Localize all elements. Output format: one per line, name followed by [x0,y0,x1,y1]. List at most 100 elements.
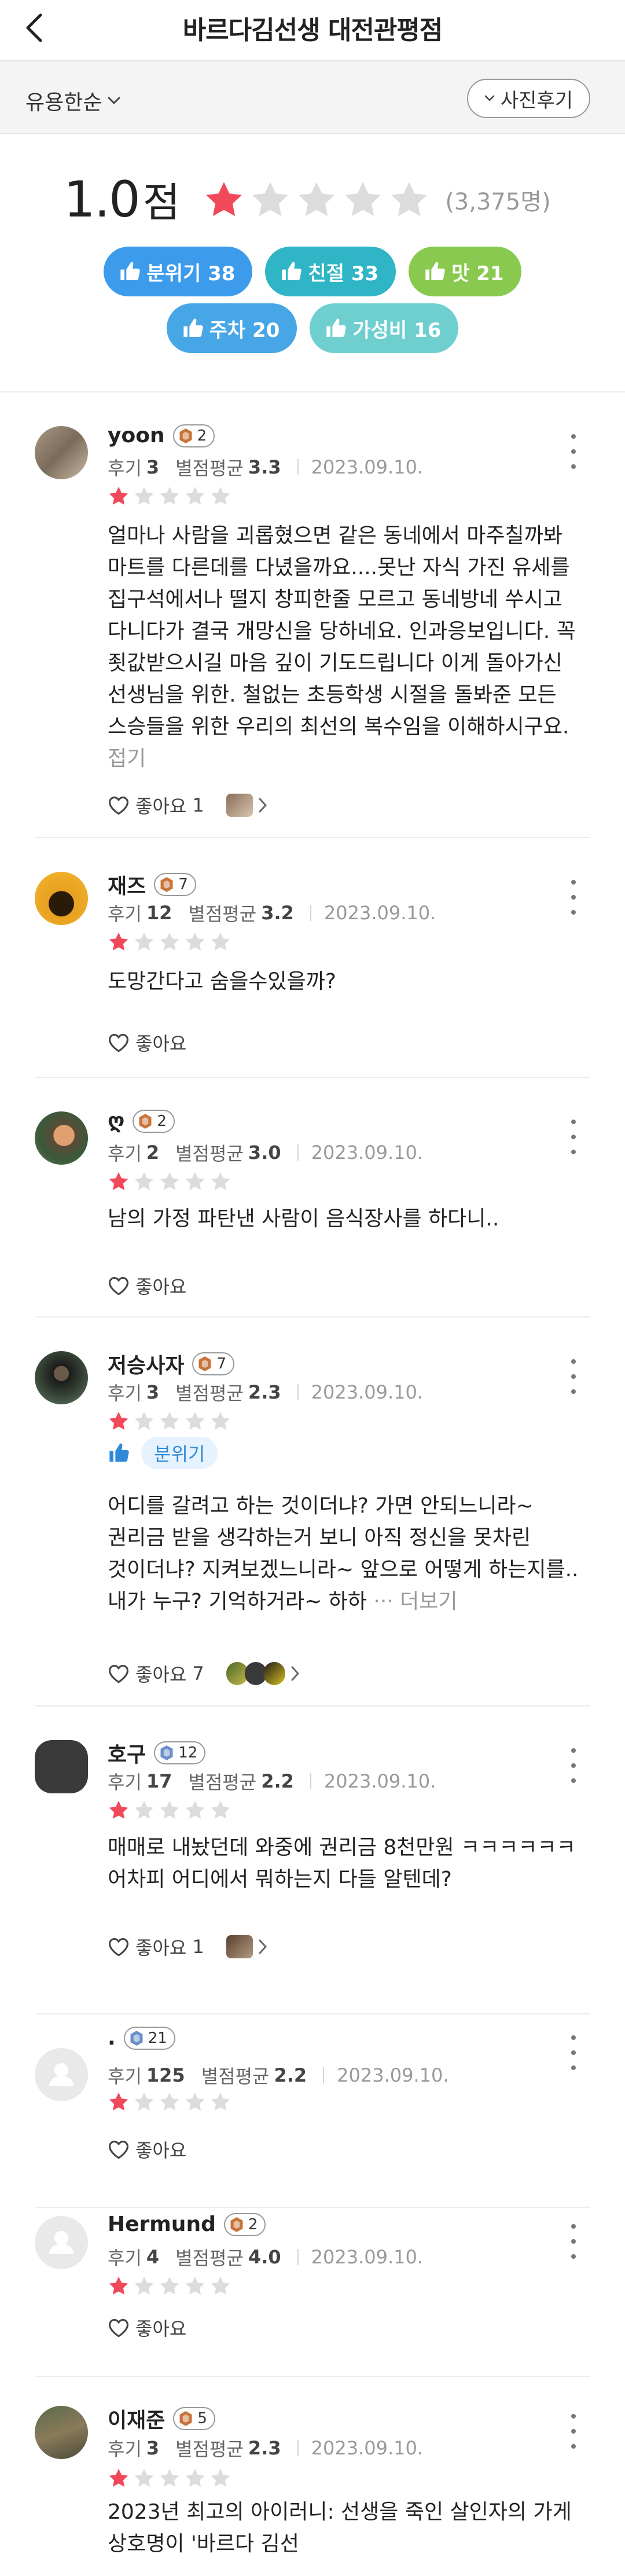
like-label: 좋아요 [135,2140,187,2162]
like-button[interactable]: 좋아요 7 [108,1660,204,1687]
reviewer-meta: 후기 2 별점평균 3.0 2023.09.10. [108,1139,423,1166]
expand-link[interactable]: ··· 더보기 [373,1590,457,1613]
liker-avatars[interactable] [226,794,268,817]
star-icon [211,1411,230,1430]
keyword-tag-value[interactable]: 가성비 16 [310,303,459,353]
review-item: yoon 2 후기 3 별점평균 3.3 2023.09.10. 얼마나 사람을 괴롭혔으… [35,392,590,838]
reviewer-meta: 후기 12 별점평균 3.2 2023.09.10. [108,900,436,926]
review-text: 2023년 최고의 아이러니: 선생을 죽인 살인자의 가게 상호명이 '바르다… [108,2496,588,2560]
average-label: 별점평균 [188,903,257,925]
average-label: 별점평균 [175,457,244,479]
star-icon [134,932,154,951]
reviewer-name[interactable]: 재즈 [108,869,146,900]
bronze-level-icon [179,428,192,443]
reviewer-name[interactable]: . [108,2026,116,2050]
star-icon [211,2468,230,2487]
level-value: 5 [197,2410,207,2427]
reviewer-name[interactable]: Hermund [108,2212,216,2236]
keyword-tag-parking[interactable]: 주차 20 [166,303,297,353]
like-button[interactable]: 좋아요 [108,1272,186,1299]
more-options-button[interactable] [565,2224,582,2259]
more-options-button[interactable] [565,2414,582,2449]
like-button[interactable]: 좋아요 1 [108,1933,204,1960]
thumbs-up-icon [282,262,302,280]
liker-avatars[interactable] [226,1662,300,1685]
reviewer-meta: 후기 4 별점평균 4.0 2023.09.10. [108,2244,423,2270]
review-item: . 21 후기 125 별점평균 2.2 2023.09.10. 좋아요 [35,2014,590,2208]
avatar[interactable] [35,2406,88,2459]
default-avatar[interactable] [35,2048,88,2101]
review-count-label: 후기 [108,2438,142,2460]
tag-label: 가성비 16 [352,318,442,342]
review-item: 이재준 5 후기 3 별점평균 2.3 2023.09.10. 2023년 최고의 아이러… [35,2377,590,2576]
avatar[interactable] [35,426,88,479]
review-date: 2023.09.10. [311,2437,423,2459]
star-icon [345,181,381,216]
review-item: 호구 12 후기 17 별점평균 2.2 2023.09.10. 매매로 내놨던데 와중에… [35,1707,590,2014]
like-button[interactable]: 좋아요 1 [108,792,204,819]
more-options-button[interactable] [565,434,582,469]
more-options-button[interactable] [565,1120,582,1154]
like-row: 좋아요 [108,1272,186,1299]
average-label: 별점평균 [175,2247,244,2269]
like-button[interactable]: 좋아요 [108,2136,186,2163]
bronze-level-icon [160,877,173,892]
average-label: 별점평균 [175,1143,244,1165]
keyword-tag-taste[interactable]: 맛 21 [409,247,521,296]
more-options-button[interactable] [565,2035,582,2070]
more-options-button[interactable] [565,1359,582,1394]
like-label: 좋아요 [135,1664,187,1686]
level-badge: 2 [172,424,215,447]
star-icon [160,1411,179,1430]
reviewer-name[interactable]: ღ [108,1109,124,1133]
keyword-tag-atmosphere[interactable]: 분위기 38 [104,247,253,296]
reviewer-name[interactable]: 호구 [108,1738,146,1768]
reviewer-name[interactable]: 이재준 [108,2403,165,2434]
avatar[interactable] [35,1740,88,1793]
default-avatar[interactable] [35,2216,88,2269]
like-button[interactable]: 좋아요 [108,1029,186,1056]
sort-dropdown[interactable]: 유용한순 [25,86,120,116]
star-icon [299,181,335,216]
reviewer-meta: 후기 3 별점평균 2.3 2023.09.10. [108,1379,423,1406]
review-body: 남의 가정 파탄낸 사람이 음식장사를 하다니.. [108,1207,499,1231]
star-icon [134,2092,154,2111]
tag-label: 맛 21 [451,262,504,285]
avatar[interactable] [35,1351,88,1404]
photo-filter-label: 사진후기 [500,89,573,112]
like-label: 좋아요 [135,1276,187,1298]
more-options-button[interactable] [565,1748,582,1783]
like-count: 1 [192,1936,204,1958]
level-badge: 5 [173,2407,215,2430]
review-count: 3 [146,1381,160,1403]
liker-avatars[interactable] [226,1935,268,1958]
like-button[interactable]: 좋아요 [108,2314,186,2341]
thumbs-up-icon [183,318,203,337]
avatar[interactable] [35,872,88,925]
bronze-level-icon [139,1113,152,1129]
star-icon [109,932,128,951]
star-icon [134,2276,154,2295]
collapse-link[interactable]: 접기 [108,747,146,770]
review-date: 2023.09.10. [323,902,436,924]
bronze-level-icon [198,1356,211,1371]
review-stars [108,485,231,507]
avatar[interactable] [35,1111,88,1165]
review-stars [108,2275,231,2297]
reviewer-name[interactable]: 저승사자 [108,1349,184,1379]
star-icon [134,486,154,505]
reviewer-name[interactable]: yoon [108,424,165,447]
more-options-button[interactable] [565,880,582,915]
photo-review-filter-button[interactable]: 사진후기 [466,79,590,118]
chevron-right-icon [259,798,267,813]
review-keyword-chip: 분위기 [141,1437,218,1469]
star-icon [185,2092,205,2111]
average-rating: 2.3 [248,2437,281,2459]
like-row: 좋아요 [108,2314,186,2341]
star-icon [211,2276,230,2295]
review-count-label: 후기 [108,2247,142,2269]
review-date: 2023.09.10. [323,1770,436,1792]
star-icon [109,2092,128,2111]
keyword-tag-kindness[interactable]: 친절 33 [265,247,396,296]
thumbs-up-icon [108,1441,131,1465]
